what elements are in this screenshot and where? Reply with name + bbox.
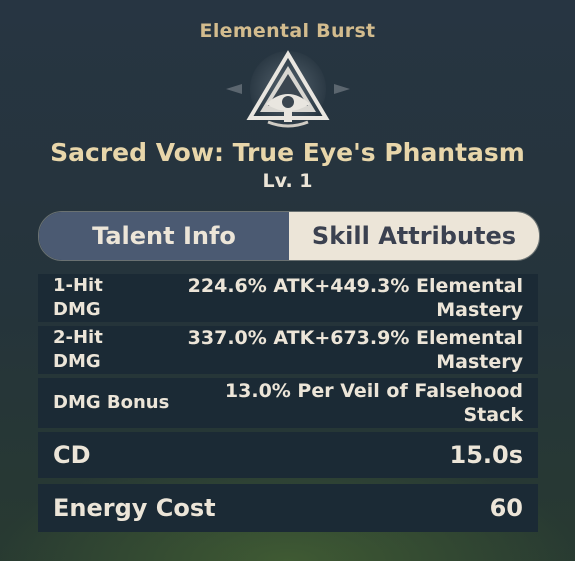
tab-talent-info[interactable]: Talent Info [39,212,289,260]
attribute-label-line: 1-Hit [53,275,103,296]
attribute-value: 224.6% ATK+449.3% Elemental Mastery [188,274,523,322]
tab-skill-attributes[interactable]: Skill Attributes [289,212,539,260]
skill-level: Lv. 1 [262,170,313,192]
attribute-value-line: 224.6% ATK+449.3% Elemental [187,275,523,297]
attribute-row-cd: CD 15.0s [38,432,538,478]
attribute-label: CD [53,441,91,469]
elemental-burst-header: Elemental Burst [199,20,376,42]
attribute-value: 15.0s [449,441,524,469]
attribute-value-line: Stack [463,404,524,426]
attribute-value-line: Mastery [436,351,523,373]
attribute-value-line: 337.0% ATK+673.9% Elemental [187,327,523,349]
attribute-value: 337.0% ATK+673.9% Elemental Mastery [188,326,523,374]
attribute-value: 60 [489,494,523,522]
attribute-row-1-hit-dmg: 1-Hit DMG 224.6% ATK+449.3% Elemental Ma… [38,274,538,322]
eye-triangle-emblem-icon [222,48,354,130]
attribute-label: 1-Hit DMG [53,274,103,322]
attribute-label: Energy Cost [53,494,216,522]
attribute-value-line: Mastery [436,299,523,321]
attribute-label: 2-Hit DMG [53,326,103,374]
attribute-row-2-hit-dmg: 2-Hit DMG 337.0% ATK+673.9% Elemental Ma… [38,326,538,374]
tab-bar: Talent Info Skill Attributes [38,211,540,261]
attribute-label-line: DMG [53,299,101,320]
attribute-label: DMG Bonus [53,392,170,413]
attribute-label-line: DMG [53,351,101,372]
attribute-row-dmg-bonus: DMG Bonus 13.0% Per Veil of Falsehood St… [38,378,538,428]
attribute-row-energy-cost: Energy Cost 60 [38,484,538,532]
attribute-value-line: 13.0% Per Veil of Falsehood [224,380,523,402]
attribute-label-line: 2-Hit [53,327,103,348]
attribute-value: 13.0% Per Veil of Falsehood Stack [225,379,523,427]
skill-name: Sacred Vow: True Eye's Phantasm [50,138,525,167]
